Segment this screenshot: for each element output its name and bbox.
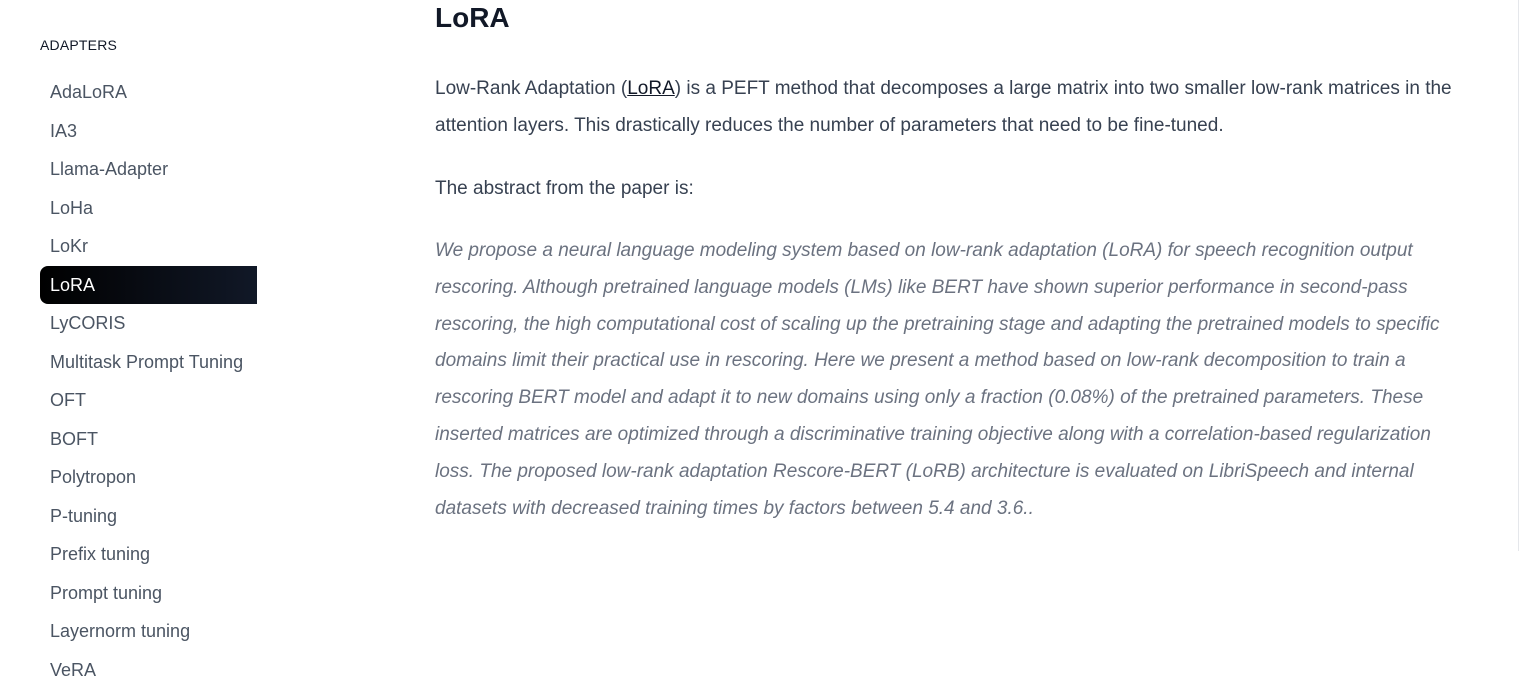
sidebar-item-oft[interactable]: OFT bbox=[40, 381, 257, 420]
intro-paragraph: Low-Rank Adaptation (LoRA) is a PEFT met… bbox=[435, 70, 1465, 144]
sidebar-item-prefix-tuning[interactable]: Prefix tuning bbox=[40, 535, 257, 574]
intro-text-before-link: Low-Rank Adaptation ( bbox=[435, 78, 628, 99]
content-divider bbox=[1518, 0, 1519, 551]
page-title: LoRA bbox=[435, 2, 510, 33]
sidebar: ADAPTERS AdaLoRA IA3 Llama-Adapter LoHa … bbox=[0, 0, 300, 691]
sidebar-item-boft[interactable]: BOFT bbox=[40, 420, 257, 459]
abstract-lead: The abstract from the paper is: bbox=[435, 178, 694, 199]
sidebar-item-adalora[interactable]: AdaLoRA bbox=[40, 73, 257, 112]
sidebar-item-multitask-prompt-tuning[interactable]: Multitask Prompt Tuning bbox=[40, 343, 257, 382]
lora-paper-link[interactable]: LoRA bbox=[627, 78, 675, 99]
sidebar-section-title: ADAPTERS bbox=[40, 37, 118, 53]
sidebar-item-lokr[interactable]: LoKr bbox=[40, 227, 257, 266]
sidebar-item-lycoris[interactable]: LyCORIS bbox=[40, 304, 257, 343]
sidebar-item-layernorm-tuning[interactable]: Layernorm tuning bbox=[40, 612, 257, 651]
sidebar-item-loha[interactable]: LoHa bbox=[40, 189, 257, 228]
sidebar-item-lora[interactable]: LoRA bbox=[40, 265, 257, 304]
sidebar-item-p-tuning[interactable]: P-tuning bbox=[40, 497, 257, 536]
sidebar-item-ia3[interactable]: IA3 bbox=[40, 112, 257, 151]
sidebar-item-vera[interactable]: VeRA bbox=[40, 651, 257, 690]
sidebar-list: AdaLoRA IA3 Llama-Adapter LoHa LoKr LoRA… bbox=[40, 73, 257, 689]
sidebar-item-llama-adapter[interactable]: Llama-Adapter bbox=[40, 150, 257, 189]
sidebar-item-polytropon[interactable]: Polytropon bbox=[40, 458, 257, 497]
sidebar-item-prompt-tuning[interactable]: Prompt tuning bbox=[40, 574, 257, 613]
abstract-quote: We propose a neural language modeling sy… bbox=[435, 240, 1440, 519]
